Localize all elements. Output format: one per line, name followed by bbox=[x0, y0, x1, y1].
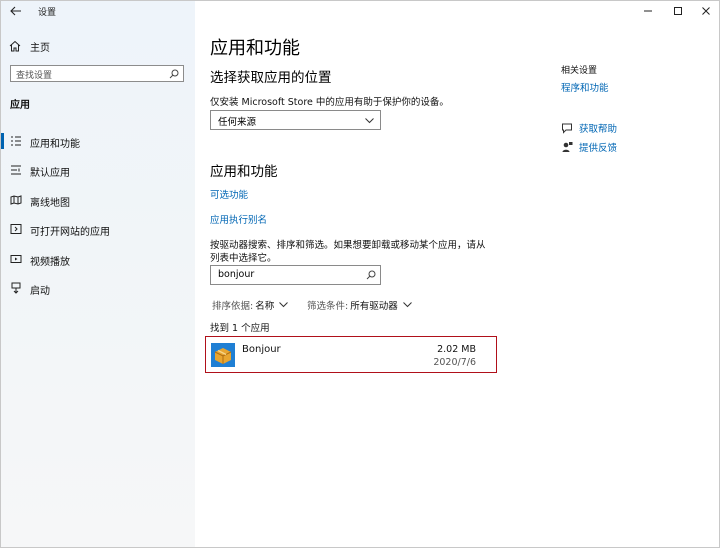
give-feedback-link[interactable]: 提供反馈 bbox=[561, 140, 617, 154]
startup-icon bbox=[11, 282, 21, 294]
sidebar-item-apps-features[interactable]: 应用和功能 bbox=[1, 127, 195, 156]
app-name: Bonjour bbox=[242, 344, 281, 355]
settings-window: 设置 主页 查找设置 应用 应用和功能 默认应用 离线地图 可打开网站的应用 视… bbox=[0, 0, 720, 548]
apps-features-heading: 应用和功能 bbox=[210, 164, 278, 180]
sidebar-item-apps-for-websites[interactable]: 可打开网站的应用 bbox=[1, 215, 195, 244]
app-search-value: bonjour bbox=[218, 269, 255, 280]
sidebar-item-label: 默认应用 bbox=[30, 168, 70, 180]
search-icon bbox=[366, 270, 376, 280]
app-search-input[interactable]: bonjour bbox=[210, 265, 381, 285]
default-apps-icon bbox=[11, 165, 21, 175]
offline-maps-icon bbox=[10, 195, 22, 205]
close-button[interactable] bbox=[691, 1, 719, 21]
sidebar-item-offline-maps[interactable]: 离线地图 bbox=[1, 186, 195, 215]
get-help-label: 获取帮助 bbox=[579, 124, 618, 135]
video-playback-icon bbox=[10, 254, 22, 263]
apps-description-line2: 列表中选择它。 bbox=[210, 253, 277, 264]
home-icon bbox=[9, 40, 21, 52]
get-help-link[interactable]: 获取帮助 bbox=[561, 121, 617, 135]
close-icon bbox=[702, 7, 710, 15]
search-icon bbox=[169, 69, 179, 79]
apps-features-icon bbox=[11, 136, 21, 146]
app-size: 2.02 MB bbox=[437, 344, 476, 355]
sidebar-item-video-playback[interactable]: 视频播放 bbox=[1, 245, 195, 274]
sort-value: 名称 bbox=[255, 301, 275, 312]
sidebar-section-title: 应用 bbox=[10, 100, 30, 111]
programs-features-link[interactable]: 程序和功能 bbox=[561, 80, 609, 94]
apps-description-line1: 按驱动器搜索、排序和筛选。如果想要卸载或移动某个应用，请从 bbox=[210, 240, 486, 251]
back-arrow-icon[interactable] bbox=[9, 4, 23, 18]
filter-label: 筛选条件: bbox=[307, 301, 349, 312]
chevron-down-icon bbox=[279, 302, 289, 308]
install-source-dropdown[interactable]: 任何来源 bbox=[210, 110, 381, 130]
chevron-down-icon bbox=[365, 118, 374, 124]
related-settings-heading: 相关设置 bbox=[561, 66, 598, 76]
sidebar-item-default-apps[interactable]: 默认应用 bbox=[1, 156, 195, 185]
sidebar: 设置 主页 查找设置 应用 应用和功能 默认应用 离线地图 可打开网站的应用 视… bbox=[1, 1, 195, 547]
app-execution-alias-link[interactable]: 应用执行别名 bbox=[210, 212, 267, 226]
help-chat-icon bbox=[562, 123, 572, 134]
minimize-button[interactable] bbox=[633, 1, 663, 21]
bonjour-app-icon bbox=[211, 343, 235, 367]
install-source-description: 仅安装 Microsoft Store 中的应用有助于保护你的设备。 bbox=[210, 97, 449, 108]
maximize-icon bbox=[674, 7, 682, 15]
sidebar-item-label: 视频播放 bbox=[30, 256, 70, 268]
found-count-text: 找到 1 个应用 bbox=[210, 323, 270, 334]
window-title: 设置 bbox=[38, 8, 57, 18]
install-source-heading: 选择获取应用的位置 bbox=[210, 70, 332, 86]
search-placeholder: 查找设置 bbox=[16, 71, 53, 81]
dropdown-value: 任何来源 bbox=[218, 117, 257, 128]
app-list-item[interactable]: Bonjour 2.02 MB 2020/7/6 bbox=[205, 336, 497, 373]
sidebar-item-home[interactable]: 主页 bbox=[9, 38, 50, 54]
minimize-icon bbox=[644, 10, 652, 12]
filter-value: 所有驱动器 bbox=[350, 301, 398, 312]
sidebar-item-label: 启动 bbox=[30, 285, 50, 297]
sidebar-item-startup[interactable]: 启动 bbox=[1, 274, 195, 303]
sidebar-nav: 应用和功能 默认应用 离线地图 可打开网站的应用 视频播放 启动 bbox=[1, 127, 195, 303]
filter-dropdown[interactable]: 筛选条件: 所有驱动器 bbox=[307, 298, 412, 312]
app-date: 2020/7/6 bbox=[433, 357, 476, 368]
sidebar-item-label: 离线地图 bbox=[30, 197, 70, 209]
sidebar-item-label: 可打开网站的应用 bbox=[30, 227, 110, 239]
settings-search-input[interactable]: 查找设置 bbox=[10, 65, 184, 82]
give-feedback-label: 提供反馈 bbox=[579, 143, 618, 154]
home-label: 主页 bbox=[30, 42, 50, 54]
sidebar-item-label: 应用和功能 bbox=[30, 139, 80, 150]
apps-for-websites-icon bbox=[10, 224, 22, 235]
sort-dropdown[interactable]: 排序依据: 名称 bbox=[212, 298, 289, 312]
page-title: 应用和功能 bbox=[210, 38, 300, 59]
optional-features-link[interactable]: 可选功能 bbox=[210, 187, 248, 201]
feedback-icon bbox=[562, 142, 573, 152]
sort-label: 排序依据: bbox=[212, 301, 254, 312]
chevron-down-icon bbox=[402, 302, 412, 308]
maximize-button[interactable] bbox=[663, 1, 693, 21]
